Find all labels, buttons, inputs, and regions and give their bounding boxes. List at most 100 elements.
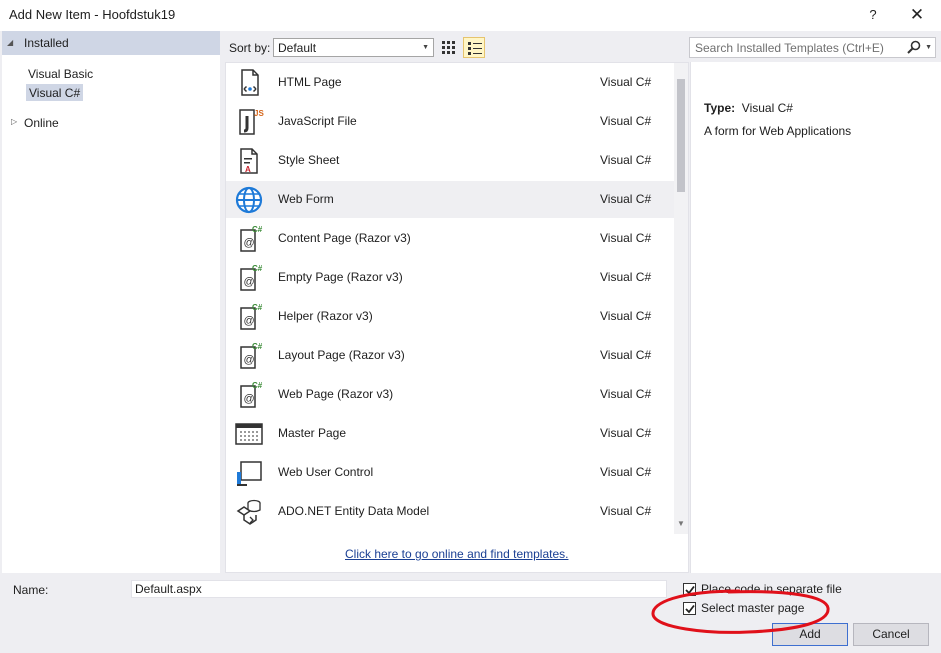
entity-data-model-icon — [236, 499, 261, 525]
title-bar: Add New Item - Hoofdstuk19 ? ✕ — [0, 0, 941, 31]
template-language: Visual C# — [600, 270, 652, 284]
template-item-helper[interactable]: @ C# Helper (Razor v3) Visual C# — [226, 298, 674, 335]
template-item-layout-page[interactable]: @ C# Layout Page (Razor v3) Visual C# — [226, 337, 674, 374]
description-panel: Type: Visual C# A form for Web Applicati… — [690, 62, 941, 573]
scroll-thumb[interactable] — [677, 79, 685, 192]
description-type: Type: Visual C# — [704, 101, 793, 115]
razor-page-icon: @ C# — [240, 225, 263, 252]
tree-item-online-label: Online — [24, 116, 59, 130]
template-language: Visual C# — [600, 231, 652, 245]
template-language: Visual C# — [600, 504, 652, 518]
template-language: Visual C# — [600, 348, 652, 362]
cancel-button[interactable]: Cancel — [853, 623, 929, 646]
template-name: ADO.NET Entity Data Model — [278, 504, 430, 518]
search-icon[interactable] — [907, 40, 921, 54]
javascript-file-icon: JS — [239, 109, 264, 135]
template-item-content-page[interactable]: @ C# Content Page (Razor v3) Visual C# — [226, 220, 674, 257]
tree-item-installed[interactable]: ◢ Installed — [2, 31, 220, 55]
template-name: Helper (Razor v3) — [278, 309, 373, 323]
template-name: Style Sheet — [278, 153, 340, 167]
search-input[interactable]: Search Installed Templates (Ctrl+E) ▼ — [689, 37, 936, 58]
sort-toolbar: Sort by: Default ▼ — [225, 31, 685, 62]
template-item-web-user-control[interactable]: Web User Control Visual C# — [226, 454, 674, 491]
tree-item-visual-basic[interactable]: Visual Basic — [28, 67, 93, 81]
svg-text:C#: C# — [252, 303, 263, 312]
template-item-web-form[interactable]: Web Form Visual C# — [226, 181, 674, 218]
template-name: Web Form — [278, 192, 334, 206]
name-label: Name: — [13, 583, 49, 597]
tree-item-online[interactable]: ▷ Online — [2, 113, 220, 133]
template-item-ado-net-entity-data-model[interactable]: ADO.NET Entity Data Model Visual C# — [226, 493, 674, 530]
red-ellipse-annotation — [651, 589, 830, 634]
template-language: Visual C# — [600, 387, 652, 401]
svg-text:@: @ — [244, 276, 255, 288]
tree-item-visual-csharp[interactable]: Visual C# — [26, 84, 84, 101]
grid-view-icon — [442, 41, 455, 54]
template-name: Layout Page (Razor v3) — [278, 348, 405, 362]
razor-page-icon: @ C# — [240, 381, 263, 408]
close-button[interactable]: ✕ — [902, 4, 932, 26]
svg-text:C#: C# — [252, 225, 263, 234]
template-item-empty-page[interactable]: @ C# Empty Page (Razor v3) Visual C# — [226, 259, 674, 296]
template-item-web-page[interactable]: @ C# Web Page (Razor v3) Visual C# — [226, 376, 674, 413]
template-language: Visual C# — [600, 192, 652, 206]
razor-page-icon: @ C# — [240, 264, 263, 291]
help-button[interactable]: ? — [858, 4, 888, 26]
tree-item-installed-label: Installed — [24, 36, 69, 50]
sort-label: Sort by: — [229, 41, 271, 55]
razor-page-icon: @ C# — [240, 303, 263, 330]
svg-text:JS: JS — [254, 109, 264, 118]
template-name: HTML Page — [278, 75, 342, 89]
scroll-down-arrow-icon[interactable]: ▼ — [677, 519, 685, 528]
template-name: Empty Page (Razor v3) — [278, 270, 403, 284]
sort-dropdown-value: Default — [278, 41, 317, 55]
dialog-body: ◢ Installed Visual Basic Visual C# ▷ Onl… — [0, 31, 941, 653]
svg-text:@: @ — [244, 315, 255, 327]
template-name: Web User Control — [278, 465, 374, 479]
template-list: HTML Page Visual C# JS JavaScript File V… — [225, 62, 689, 573]
svg-text:C#: C# — [252, 264, 263, 273]
svg-text:@: @ — [244, 393, 255, 405]
sort-dropdown[interactable]: Default ▼ — [273, 38, 434, 57]
name-input[interactable] — [131, 580, 667, 598]
description-type-label: Type: — [704, 101, 736, 115]
category-tree: ◢ Installed Visual Basic Visual C# ▷ Onl… — [2, 31, 220, 573]
html-page-icon — [241, 69, 259, 96]
small-icons-view-button[interactable] — [438, 37, 460, 58]
svg-text:@: @ — [244, 237, 255, 249]
description-text: A form for Web Applications — [704, 124, 852, 138]
description-type-value: Visual C# — [741, 101, 793, 115]
web-user-control-icon — [237, 461, 262, 486]
list-view-icon — [468, 42, 482, 55]
template-item-html-page[interactable]: HTML Page Visual C# — [226, 64, 674, 101]
template-language: Visual C# — [600, 114, 652, 128]
list-scrollbar[interactable]: ▼ — [674, 63, 688, 534]
online-templates-link[interactable]: Click here to go online and find templat… — [345, 547, 568, 561]
web-form-globe-icon — [235, 186, 263, 214]
template-name: Web Page (Razor v3) — [278, 387, 394, 401]
collapsed-triangle-icon[interactable]: ▷ — [11, 117, 17, 126]
search-placeholder: Search Installed Templates (Ctrl+E) — [695, 41, 884, 55]
list-view-button[interactable] — [463, 37, 485, 58]
template-name: Master Page — [278, 426, 347, 440]
template-language: Visual C# — [600, 426, 652, 440]
search-options-chevron-icon[interactable]: ▼ — [925, 44, 932, 51]
template-item-master-page[interactable]: Master Page Visual C# — [226, 415, 674, 452]
template-item-javascript-file[interactable]: JS JavaScript File Visual C# — [226, 103, 674, 140]
chevron-down-icon: ▼ — [422, 44, 429, 51]
style-sheet-icon: A — [240, 148, 258, 174]
template-language: Visual C# — [600, 465, 652, 479]
template-name: JavaScript File — [278, 114, 357, 128]
template-name: Content Page (Razor v3) — [278, 231, 411, 245]
svg-text:@: @ — [244, 354, 255, 366]
svg-text:A: A — [245, 165, 251, 174]
template-language: Visual C# — [600, 153, 652, 167]
template-item-style-sheet[interactable]: A Style Sheet Visual C# — [226, 142, 674, 179]
template-language: Visual C# — [600, 309, 652, 323]
svg-text:C#: C# — [252, 381, 263, 390]
template-language: Visual C# — [600, 75, 652, 89]
expanded-triangle-icon[interactable]: ◢ — [7, 38, 13, 47]
svg-text:C#: C# — [252, 342, 263, 351]
master-page-icon — [235, 423, 263, 445]
razor-page-icon: @ C# — [240, 342, 263, 369]
